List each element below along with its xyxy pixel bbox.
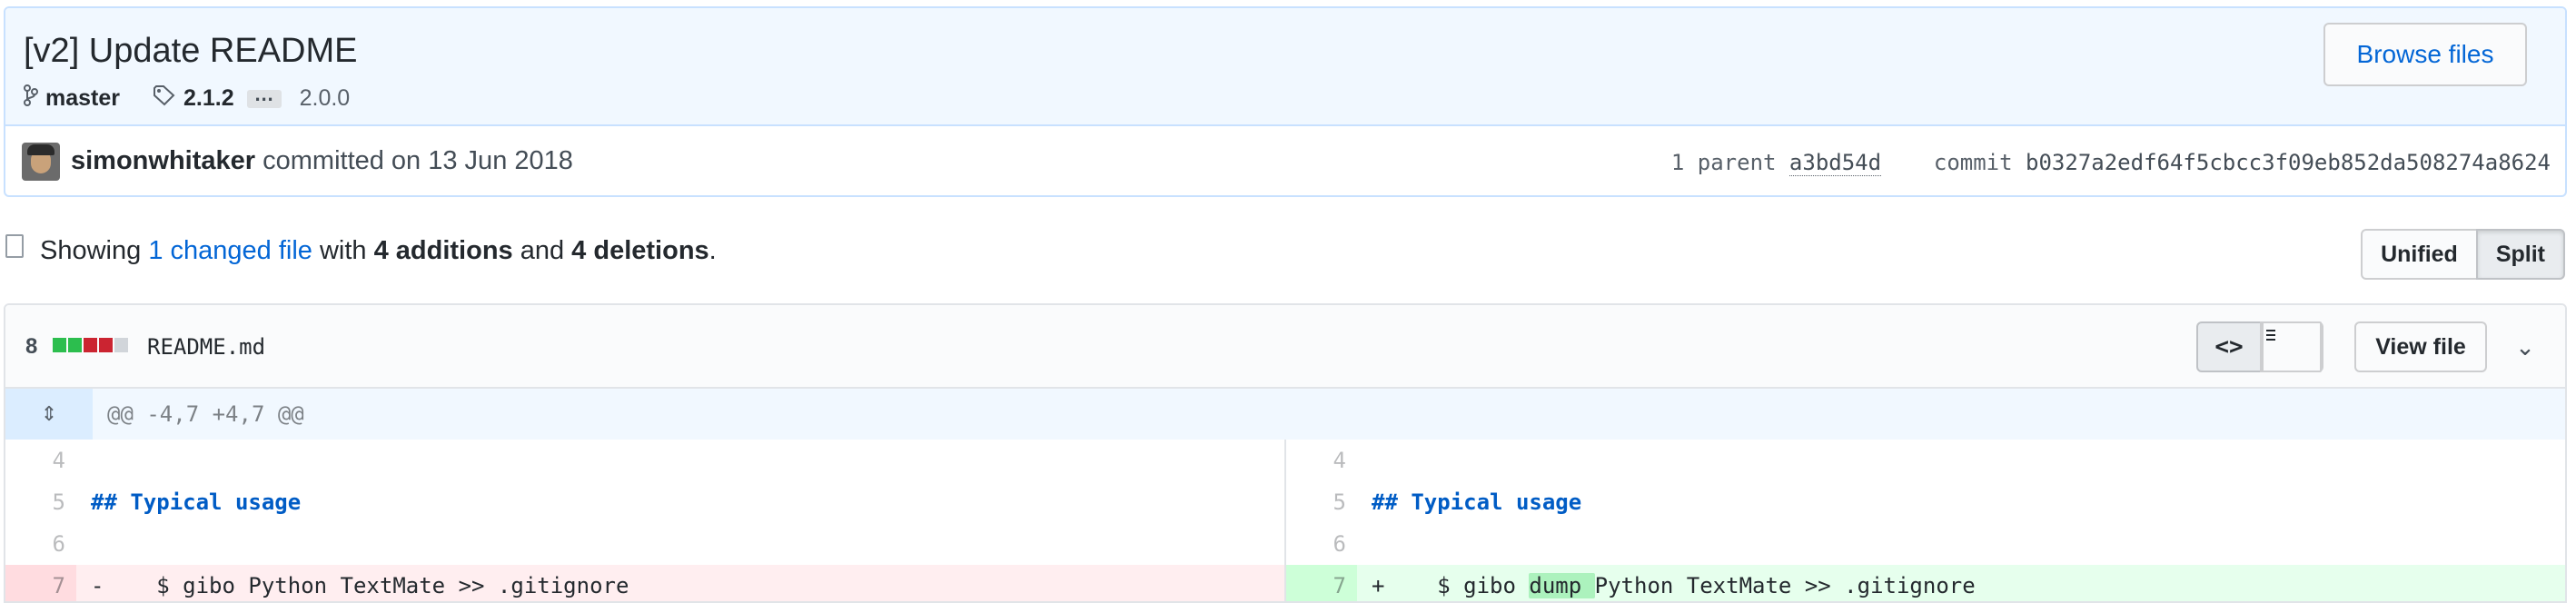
branch-icon [24,84,38,113]
diffstat-block-add [68,338,82,352]
file-view-toggle: <> [2196,321,2323,372]
diff-right: 6 [1286,523,2565,565]
diff-left: 5 ## Typical usage [5,481,1286,523]
diff-right: 4 [1286,440,2565,481]
code-left: ## Typical usage [91,489,302,515]
author-link[interactable]: simonwhitaker [71,146,255,175]
diff-right: 5 ## Typical usage [1286,481,2565,523]
code-added-pre: + $ gibo [1372,573,1530,598]
tag-icon [153,84,176,113]
file-diff: 8 README.md <> View file ⌄ ⇕ @@ -4,7 +4,… [4,303,2567,603]
commit-title: [v2] Update README [24,32,358,70]
code-left [76,523,1284,565]
browse-files-button[interactable]: Browse files [2323,23,2527,86]
line-number-right[interactable]: 4 [1286,440,1357,481]
toc-summary: Showing 1 changed file with 4 additions … [40,236,717,266]
commit-sha: b0327a2edf64f5cbcc3f09eb852da508274a8624 [2026,150,2551,175]
line-number-left[interactable]: 4 [5,440,76,481]
diffstat-block-neutral [114,338,128,352]
diff-view-switch: Unified Split [2361,229,2565,280]
source-diff-button[interactable]: <> [2196,321,2260,372]
document-icon [2262,321,2322,372]
diff-left: 4 [5,440,1286,481]
hunk-header: ⇕ @@ -4,7 +4,7 @@ [5,389,2565,440]
parent-label: 1 parent [1670,150,1777,175]
commit-page: [v2] Update README master 2.1.2 … 2.0.0 … [0,0,2576,603]
diffstat-block-del [84,338,97,352]
line-number-left[interactable]: 5 [5,481,76,523]
toc-and: and [512,236,572,265]
toc-period: . [708,236,717,265]
diff-right-added: 7 + $ gibo dump Python TextMate >> .giti… [1286,565,2565,601]
code-left [76,440,1284,481]
avatar-hair [27,144,54,155]
older-tag-link[interactable]: 2.0.0 [300,85,351,112]
diff-table: 4 4 5 ## Typical usage 5 ## Typical usag… [5,440,2565,601]
code-deleted: - $ gibo Python TextMate >> .gitignore [76,565,1284,601]
diff-row: 4 4 [5,440,2565,481]
deletions-count: 4 deletions [571,236,709,265]
more-tags-button[interactable]: … [246,84,282,108]
commit-box: [v2] Update README master 2.1.2 … 2.0.0 … [4,6,2567,197]
additions-count: 4 additions [373,236,513,265]
diff-left: 6 [5,523,1286,565]
commit-header: [v2] Update README master 2.1.2 … 2.0.0 … [5,8,2565,126]
code-added: + $ gibo dump Python TextMate >> .gitign… [1357,565,2565,601]
file-header: 8 README.md <> View file ⌄ [5,305,2565,389]
diff-left-deleted: 7 - $ gibo Python TextMate >> .gitignore [5,565,1286,601]
changed-files-link[interactable]: 1 changed file [148,236,312,265]
toc-showing: Showing [40,236,149,265]
diff-row: 5 ## Typical usage 5 ## Typical usage [5,481,2565,523]
expand-icon[interactable]: ⇕ [5,389,93,440]
code-right [1357,523,2565,565]
committed-date-text: committed on 13 Jun 2018 [255,146,573,175]
line-number-left[interactable]: 6 [5,523,76,565]
line-number-right[interactable]: 5 [1286,481,1357,523]
diff-row-changed: 7 - $ gibo Python TextMate >> .gitignore… [5,565,2565,601]
code-right: ## Typical usage [1372,489,1582,515]
parent-sha-link[interactable]: a3bd54d [1788,150,1882,176]
commit-meta: simonwhitaker committed on 13 Jun 2018 1… [5,126,2565,195]
toc-bar: Showing 1 changed file with 4 additions … [0,202,2576,303]
file-diff-icon [5,234,24,258]
diffstat-bar [53,338,128,352]
line-number-left[interactable]: 7 [5,565,76,601]
code-added-highlight: dump [1529,573,1595,598]
diffstat-count: 8 [25,334,38,359]
diffstat-block-add [53,338,66,352]
diff-row: 6 6 [5,523,2565,565]
rich-diff-button[interactable] [2260,321,2323,372]
file-name-link[interactable]: README.md [147,334,265,360]
tag-link[interactable]: 2.1.2 [183,85,234,112]
line-number-right[interactable]: 6 [1286,523,1357,565]
chevron-down-icon[interactable]: ⌄ [2507,329,2543,365]
unified-button[interactable]: Unified [2361,229,2476,280]
sha-block: 1 parent a3bd54d commit b0327a2edf64f5cb… [1670,150,2551,176]
code-right [1357,440,2565,481]
author-line: simonwhitaker committed on 13 Jun 2018 [71,146,573,176]
toc-with: with [312,236,374,265]
code-added-post: Python TextMate >> .gitignore [1594,573,1976,598]
commit-label: commit [1933,150,2013,175]
view-file-button[interactable]: View file [2354,321,2487,372]
avatar[interactable] [22,143,60,181]
branch-row: master 2.1.2 … 2.0.0 [24,84,350,113]
line-number-right[interactable]: 7 [1286,565,1357,601]
hunk-range: @@ -4,7 +4,7 @@ [107,401,304,427]
diffstat-block-del [99,338,113,352]
branch-link[interactable]: master [45,85,120,112]
split-button[interactable]: Split [2475,229,2565,280]
